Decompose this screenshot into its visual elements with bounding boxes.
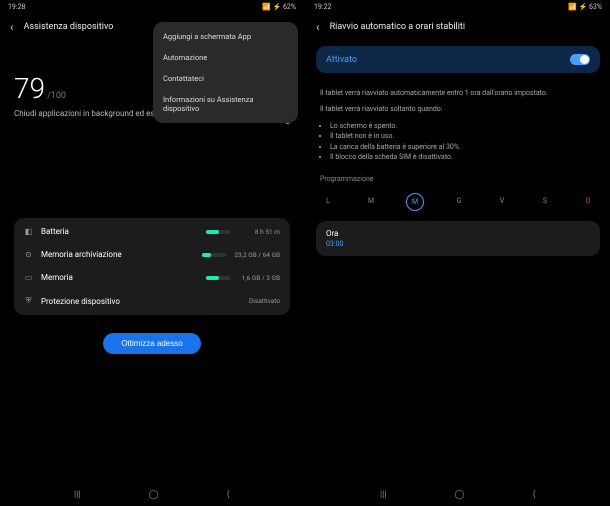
- day-picker: L M M G V S D: [306, 189, 610, 221]
- nav-back-icon[interactable]: ⟨: [533, 490, 537, 500]
- day-sun[interactable]: D: [580, 193, 596, 209]
- cond-sim-unlocked: Il blocco della scheda SIM è disattivato…: [330, 152, 596, 163]
- time-value: 03:00: [326, 240, 590, 248]
- row-value: Disattivato: [238, 297, 280, 305]
- status-bar: 19:28 📶 ⚡ 62%: [0, 0, 304, 14]
- status-time: 19:22: [314, 3, 331, 11]
- optimize-button[interactable]: Ottimizza adesso: [103, 333, 200, 354]
- screen-auto-restart: 19:22 📶 ⚡ 63% ‹ Riavvio automatico a ora…: [306, 0, 610, 506]
- time-label: Ora: [326, 229, 590, 238]
- menu-about[interactable]: Informazioni su Assistenza dispositivo: [153, 89, 298, 119]
- status-battery: 📶 ⚡ 63%: [568, 3, 602, 11]
- nav-bar: ||| ◯ ⟨: [306, 484, 610, 506]
- day-wed[interactable]: M: [406, 193, 424, 211]
- score-max: /100: [47, 91, 66, 101]
- memory-bar: [206, 276, 230, 280]
- row-label: Protezione dispositivo: [41, 297, 230, 306]
- day-fri[interactable]: V: [494, 193, 510, 209]
- toggle-label: Attivato: [326, 55, 357, 65]
- status-battery: 📶 ⚡ 62%: [262, 3, 296, 11]
- row-label: Batteria: [41, 227, 198, 236]
- row-label: Memoria: [41, 273, 198, 282]
- schedule-label: Programmazione: [306, 163, 610, 189]
- time-row[interactable]: Ora 03:00: [316, 221, 600, 256]
- enable-banner[interactable]: Attivato: [316, 46, 600, 73]
- toggle-switch[interactable]: [570, 54, 590, 65]
- battery-icon: ◧: [24, 227, 33, 236]
- storage-bar: [202, 253, 226, 257]
- info-line-2: Il tablet verrà riavviato soltanto quand…: [306, 105, 610, 121]
- cond-screen-off: Lo schermo è spento.: [330, 121, 596, 132]
- battery-bar: [206, 230, 230, 234]
- back-icon[interactable]: ‹: [10, 20, 14, 34]
- row-label: Memoria archiviazione: [41, 250, 194, 259]
- row-memory[interactable]: ▭ Memoria 1,6 GB / 3 GB: [14, 266, 290, 289]
- nav-back-icon[interactable]: ⟨: [227, 490, 231, 500]
- page-title: Assistenza dispositivo: [24, 22, 114, 32]
- row-security[interactable]: ⛨ Protezione dispositivo Disattivato: [14, 289, 290, 313]
- conditions-list: Lo schermo è spento. Il tablet non è in …: [306, 121, 610, 163]
- row-value: 23,2 GB / 64 GB: [234, 251, 280, 259]
- day-tue[interactable]: M: [363, 193, 379, 209]
- day-thu[interactable]: G: [451, 193, 467, 209]
- status-time: 19:28: [8, 3, 25, 11]
- status-cards: ◧ Batteria 8 h 51 m ⊙ Memoria archiviazi…: [14, 218, 290, 315]
- row-battery[interactable]: ◧ Batteria 8 h 51 m: [14, 220, 290, 243]
- row-value: 8 h 51 m: [238, 228, 280, 236]
- nav-home-icon[interactable]: ◯: [149, 490, 159, 500]
- page-title: Riavvio automatico a orari stabiliti: [330, 22, 465, 32]
- cond-battery-30: La carica della batteria è superiore al …: [330, 142, 596, 153]
- menu-contact-us[interactable]: Contattateci: [153, 68, 298, 89]
- memory-icon: ▭: [24, 273, 33, 282]
- nav-recents-icon[interactable]: |||: [74, 490, 81, 500]
- nav-bar: ||| ◯ ⟨: [0, 484, 304, 506]
- info-line-1: Il tablet verrà riavviato automaticament…: [306, 79, 610, 105]
- day-mon[interactable]: L: [320, 193, 336, 209]
- score-value: 79: [14, 72, 45, 105]
- header: ‹ Riavvio automatico a orari stabiliti: [306, 14, 610, 40]
- row-storage[interactable]: ⊙ Memoria archiviazione 23,2 GB / 64 GB: [14, 243, 290, 266]
- back-icon[interactable]: ‹: [316, 20, 320, 34]
- menu-add-to-apps[interactable]: Aggiungi a schermata App: [153, 26, 298, 47]
- menu-automation[interactable]: Automazione: [153, 47, 298, 68]
- storage-icon: ⊙: [24, 250, 33, 259]
- day-sat[interactable]: S: [537, 193, 553, 209]
- shield-icon: ⛨: [24, 296, 33, 306]
- status-bar: 19:22 📶 ⚡ 63%: [306, 0, 610, 14]
- nav-home-icon[interactable]: ◯: [455, 490, 465, 500]
- cond-not-in-use: Il tablet non è in uso.: [330, 131, 596, 142]
- nav-recents-icon[interactable]: |||: [380, 490, 387, 500]
- screen-device-care: 19:28 📶 ⚡ 62% ‹ Assistenza dispositivo A…: [0, 0, 304, 506]
- row-value: 1,6 GB / 3 GB: [238, 274, 280, 282]
- overflow-menu: Aggiungi a schermata App Automazione Con…: [153, 22, 298, 123]
